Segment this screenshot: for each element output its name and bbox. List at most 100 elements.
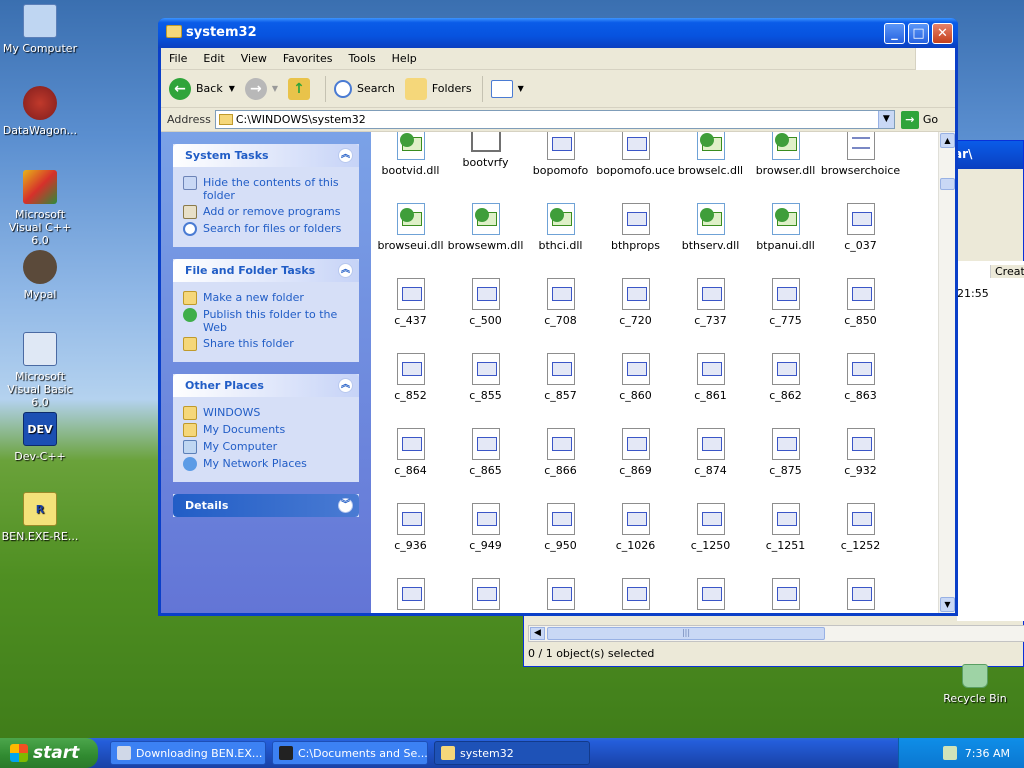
file-item[interactable]: bthprops bbox=[598, 203, 673, 278]
file-item[interactable]: c_1251 bbox=[748, 503, 823, 578]
file-item[interactable]: browselc.dll bbox=[673, 132, 748, 203]
collapse-icon[interactable]: ︽ bbox=[338, 148, 353, 163]
desktop-icon-datawagon[interactable]: DataWagon... bbox=[0, 86, 80, 137]
menu-file[interactable]: File bbox=[161, 52, 195, 65]
file-item[interactable]: c_720 bbox=[598, 278, 673, 353]
scroll-up-arrow-icon[interactable]: ▲ bbox=[940, 133, 955, 148]
file-item[interactable]: c_869 bbox=[598, 428, 673, 503]
file-item[interactable]: c_437 bbox=[373, 278, 448, 353]
menu-favorites[interactable]: Favorites bbox=[275, 52, 341, 65]
file-item[interactable]: c_874 bbox=[673, 428, 748, 503]
file-item[interactable]: c_708 bbox=[523, 278, 598, 353]
file-item[interactable]: bootvid.dll bbox=[373, 132, 448, 203]
background-window-list[interactable] bbox=[957, 261, 1024, 621]
menu-help[interactable]: Help bbox=[384, 52, 425, 65]
maximize-button[interactable]: □ bbox=[908, 23, 929, 44]
views-button[interactable]: ▼ bbox=[490, 79, 524, 98]
chevron-down-icon[interactable]: ▼ bbox=[229, 84, 235, 93]
file-item[interactable] bbox=[748, 578, 823, 613]
scrollbar-thumb[interactable]: ||| bbox=[547, 627, 825, 640]
file-item[interactable]: browser.dll bbox=[748, 132, 823, 203]
task-search-files[interactable]: Search for files or folders bbox=[183, 222, 349, 236]
panel-header[interactable]: System Tasks ︽ bbox=[173, 144, 359, 167]
place-my-computer[interactable]: My Computer bbox=[183, 440, 349, 454]
expand-icon[interactable]: ︾ bbox=[338, 498, 353, 513]
file-item[interactable]: c_857 bbox=[523, 353, 598, 428]
scroll-left-arrow-icon[interactable]: ◀ bbox=[530, 627, 545, 640]
chevron-down-icon[interactable]: ▼ bbox=[272, 84, 278, 93]
file-item[interactable] bbox=[523, 578, 598, 613]
file-item[interactable] bbox=[673, 578, 748, 613]
file-item[interactable]: browsewm.dll bbox=[448, 203, 523, 278]
place-network[interactable]: My Network Places bbox=[183, 457, 349, 471]
address-dropdown-button[interactable]: ▼ bbox=[877, 111, 894, 128]
task-publish-web[interactable]: Publish this folder to the Web bbox=[183, 308, 349, 334]
file-item[interactable]: bthci.dll bbox=[523, 203, 598, 278]
file-item[interactable]: c_500 bbox=[448, 278, 523, 353]
close-button[interactable]: ✕ bbox=[932, 23, 953, 44]
forward-button[interactable]: → ▼ bbox=[244, 77, 278, 100]
panel-header[interactable]: Other Places ︽ bbox=[173, 374, 359, 397]
file-item[interactable]: browserchoice bbox=[821, 132, 900, 203]
up-folder-button[interactable]: ↑ bbox=[288, 77, 315, 100]
task-share-folder[interactable]: Share this folder bbox=[183, 337, 349, 351]
file-item[interactable] bbox=[823, 578, 898, 613]
file-item[interactable]: c_864 bbox=[373, 428, 448, 503]
taskbar-item-system32[interactable]: system32 bbox=[434, 741, 590, 765]
menu-view[interactable]: View bbox=[233, 52, 275, 65]
minimize-button[interactable]: _ bbox=[884, 23, 905, 44]
file-item[interactable]: c_850 bbox=[823, 278, 898, 353]
panel-header[interactable]: File and Folder Tasks ︽ bbox=[173, 259, 359, 282]
file-item[interactable] bbox=[373, 578, 448, 613]
file-item[interactable]: c_950 bbox=[523, 503, 598, 578]
folders-button[interactable]: Folders bbox=[404, 77, 472, 100]
file-item[interactable]: c_1252 bbox=[823, 503, 898, 578]
taskbar-item-7zip[interactable]: C:\Documents and Se... bbox=[272, 741, 428, 765]
clock[interactable]: 7:36 AM bbox=[965, 747, 1010, 760]
tray-icon[interactable] bbox=[942, 746, 957, 760]
column-header-create[interactable]: Create bbox=[990, 265, 1024, 278]
address-input[interactable]: C:\WINDOWS\system32 ▼ bbox=[214, 110, 895, 129]
menu-tools[interactable]: Tools bbox=[341, 52, 384, 65]
desktop-icon-ben-exe[interactable]: R BEN.EXE-RE... bbox=[0, 492, 80, 543]
file-item[interactable]: c_932 bbox=[823, 428, 898, 503]
horizontal-scrollbar[interactable]: ◀ ||| bbox=[528, 625, 1024, 642]
desktop-icon-my-computer[interactable]: My Computer bbox=[0, 4, 80, 55]
file-item[interactable]: bopomofo.uce bbox=[596, 132, 675, 203]
task-add-remove-programs[interactable]: Add or remove programs bbox=[183, 205, 349, 219]
file-list[interactable]: bootvid.dll bootvrfy bopomofo bopomofo.uce b… bbox=[371, 132, 955, 613]
file-item[interactable]: c_949 bbox=[448, 503, 523, 578]
file-item[interactable]: c_037 bbox=[823, 203, 898, 278]
scroll-down-arrow-icon[interactable]: ▼ bbox=[940, 597, 955, 612]
file-item[interactable]: c_862 bbox=[748, 353, 823, 428]
collapse-icon[interactable]: ︽ bbox=[338, 263, 353, 278]
file-item[interactable] bbox=[598, 578, 673, 613]
file-item[interactable]: c_1250 bbox=[673, 503, 748, 578]
desktop-icon-visual-cpp[interactable]: Microsoft Visual C++ 6.0 bbox=[0, 170, 80, 247]
menu-edit[interactable]: Edit bbox=[195, 52, 232, 65]
place-windows[interactable]: WINDOWS bbox=[183, 406, 349, 420]
place-my-documents[interactable]: My Documents bbox=[183, 423, 349, 437]
file-item[interactable]: c_852 bbox=[373, 353, 448, 428]
scrollbar-thumb[interactable] bbox=[940, 178, 955, 190]
chevron-down-icon[interactable]: ▼ bbox=[518, 84, 524, 93]
desktop-icon-mypal[interactable]: Mypal bbox=[0, 250, 80, 301]
search-button[interactable]: Search bbox=[334, 79, 395, 98]
file-item[interactable]: c_865 bbox=[448, 428, 523, 503]
file-item[interactable]: c_737 bbox=[673, 278, 748, 353]
back-button[interactable]: ← Back ▼ bbox=[169, 77, 235, 100]
taskbar-item-download[interactable]: Downloading BEN.EX... bbox=[110, 741, 266, 765]
go-button[interactable]: → Go bbox=[900, 110, 938, 129]
file-item[interactable]: bopomofo bbox=[523, 132, 598, 203]
file-item[interactable]: c_1026 bbox=[598, 503, 673, 578]
file-item[interactable]: btpanui.dll bbox=[748, 203, 823, 278]
desktop-icon-dev-cpp[interactable]: DEV Dev-C++ bbox=[0, 412, 80, 463]
vertical-scrollbar[interactable]: ▲ ▼ bbox=[938, 132, 955, 613]
start-button[interactable]: start bbox=[0, 738, 98, 768]
file-item[interactable]: c_861 bbox=[673, 353, 748, 428]
file-item[interactable]: browseui.dll bbox=[373, 203, 448, 278]
file-item[interactable]: bthserv.dll bbox=[673, 203, 748, 278]
file-item[interactable]: bootvrfy bbox=[448, 132, 523, 203]
file-item[interactable]: c_860 bbox=[598, 353, 673, 428]
file-item[interactable]: c_863 bbox=[823, 353, 898, 428]
